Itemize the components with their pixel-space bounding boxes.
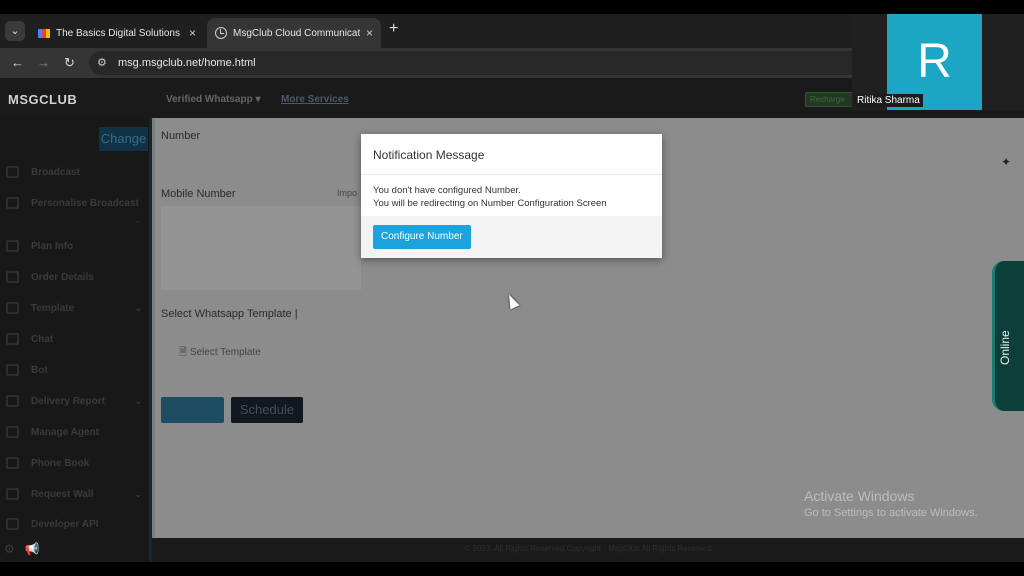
reload-icon[interactable]: ↻: [64, 55, 75, 71]
template-icon: [6, 302, 19, 314]
tab-title: MsgClub Cloud Communicatio: [233, 27, 360, 39]
chevron-down-icon: ⌄: [134, 302, 142, 313]
notification-modal: Notification Message You don't have conf…: [361, 134, 662, 258]
sidebar-item-request-wall[interactable]: Request Wall ⌄: [6, 488, 146, 500]
sidebar-item-order-details[interactable]: Order Details: [6, 271, 146, 283]
bot-icon: [6, 364, 19, 376]
megaphone-icon[interactable]: 📢: [25, 542, 40, 556]
participant-name: Ritika Sharma: [854, 94, 923, 107]
brand-logo: MSGCLUB: [8, 92, 78, 107]
agent-icon: [6, 426, 19, 438]
sidebar-item-phone-book[interactable]: Phone Book: [6, 457, 146, 469]
select-template-button[interactable]: 🗎 Select Template: [168, 340, 278, 366]
tab-search-chevron-icon[interactable]: ⌄: [5, 21, 25, 41]
url-text: msg.msgclub.net/home.html: [118, 57, 256, 69]
tab-close-icon[interactable]: ×: [366, 26, 373, 40]
recharge-button[interactable]: Recharge: [805, 92, 855, 107]
page-footer: © 2023. All Rights Reserved Copyright - …: [152, 538, 1024, 562]
broadcast-icon: [6, 166, 19, 178]
url-box[interactable]: ⚙ msg.msgclub.net/home.html: [89, 51, 879, 75]
sidebar: Change Broadcast Personalise Broadcast ⌄…: [0, 118, 152, 562]
modal-title: Notification Message: [361, 134, 662, 175]
tab-msgclub[interactable]: MsgClub Cloud Communicatio ×: [207, 18, 381, 48]
api-icon: [6, 518, 19, 530]
back-icon[interactable]: ←: [11, 55, 24, 70]
sparkle-icon[interactable]: ✦: [1001, 155, 1011, 169]
template-label: Select Whatsapp Template |: [161, 308, 298, 320]
order-icon: [6, 271, 19, 283]
windows-activation-watermark: Activate Windows Go to Settings to activ…: [804, 488, 978, 519]
modal-message-line: You don't have configured Number.: [373, 185, 521, 196]
sidebar-item-manage-agent[interactable]: Manage Agent: [6, 426, 146, 438]
chevron-down-icon: ⌄: [134, 395, 142, 406]
forward-icon[interactable]: →: [37, 55, 50, 70]
modal-message-line: You will be redirecting on Number Config…: [373, 198, 607, 209]
tab-close-icon[interactable]: ×: [189, 26, 196, 40]
nav-verified-whatsapp[interactable]: Verified Whatsapp ▾: [166, 94, 260, 105]
site-settings-icon[interactable]: ⚙: [97, 56, 107, 69]
sidebar-item-template[interactable]: Template ⌄: [6, 302, 146, 314]
modal-body: You don't have configured Number. You wi…: [361, 175, 662, 216]
sidebar-item-delivery-report[interactable]: Delivery Report ⌄: [6, 395, 146, 407]
sidebar-item-developer-api[interactable]: Developer API: [6, 518, 146, 530]
phonebook-icon: [6, 457, 19, 469]
personalise-icon: [6, 197, 19, 209]
nav-more-services[interactable]: More Services: [281, 94, 349, 105]
sidebar-item-broadcast[interactable]: Broadcast: [6, 166, 146, 178]
file-icon: 🗎: [179, 347, 190, 358]
online-chat-tab[interactable]: Online: [992, 261, 1024, 411]
watermark-title: Activate Windows: [804, 488, 915, 504]
paper-plane-icon: ➤: [172, 402, 187, 417]
number-label: Number: [161, 130, 201, 142]
gmail-icon: [38, 28, 50, 38]
sidebar-item-plan-info[interactable]: Plan Info: [6, 240, 146, 252]
sidebar-bottom-icons: ⚙ 📢: [4, 542, 40, 556]
schedule-button[interactable]: Schedule: [231, 397, 303, 423]
chat-icon: [6, 333, 19, 345]
send-now-button[interactable]: ➤ Now: [161, 397, 224, 423]
request-icon: [6, 488, 19, 500]
mobile-number-input[interactable]: [161, 206, 361, 290]
change-button[interactable]: Change: [99, 127, 148, 151]
watermark-subtitle: Go to Settings to activate Windows.: [804, 507, 978, 519]
sidebar-item-bot[interactable]: Bot: [6, 364, 146, 376]
sidebar-item-chat[interactable]: Chat: [6, 333, 146, 345]
plan-icon: [6, 240, 19, 252]
tab-title: The Basics Digital Solutions Pvt: [56, 27, 183, 39]
chevron-down-icon[interactable]: ⌄: [134, 215, 142, 226]
configure-number-button[interactable]: Configure Number: [373, 225, 471, 249]
modal-footer: Configure Number: [361, 216, 662, 258]
report-icon: [6, 395, 19, 407]
clock-icon: [215, 27, 227, 39]
settings-icon[interactable]: ⚙: [4, 542, 15, 556]
mobile-number-label: Mobile Number: [161, 188, 236, 200]
chevron-down-icon: ⌄: [134, 488, 142, 499]
video-call-overlay: R Ritika Sharma: [852, 14, 1024, 110]
tab-basics-digital[interactable]: The Basics Digital Solutions Pvt ×: [30, 18, 204, 48]
online-label: Online: [998, 330, 1012, 365]
new-tab-button[interactable]: +: [389, 20, 398, 38]
sidebar-item-personalise-broadcast[interactable]: Personalise Broadcast: [6, 197, 146, 209]
import-link[interactable]: Impo: [337, 188, 357, 198]
